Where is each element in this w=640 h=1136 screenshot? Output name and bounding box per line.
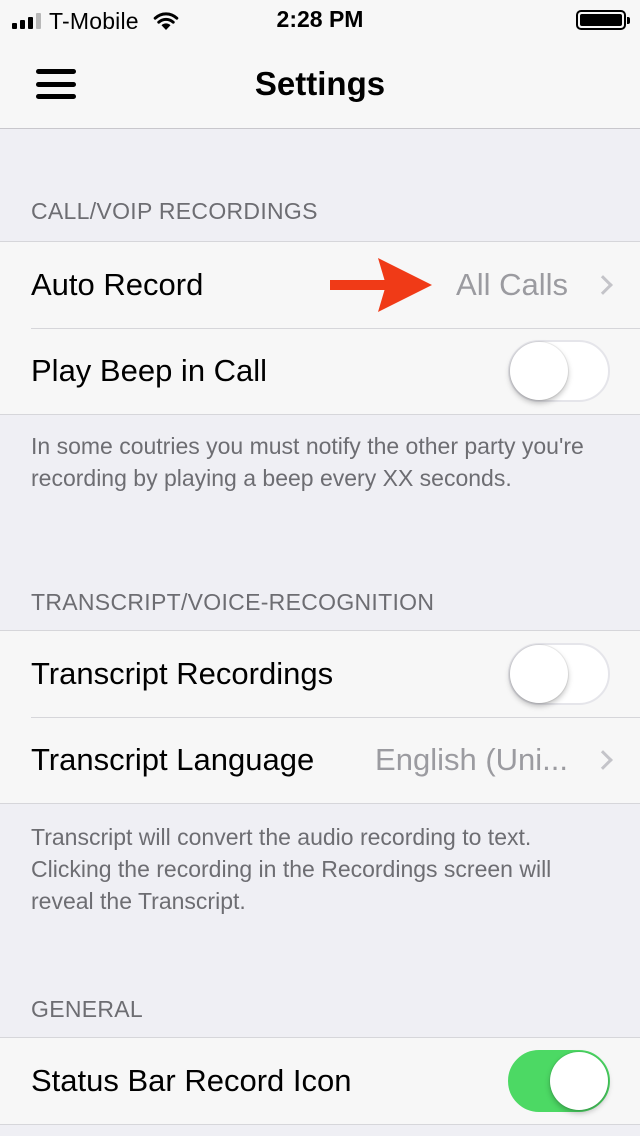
play-beep-label: Play Beep in Call — [31, 353, 268, 388]
status-bar: T-Mobile 2:28 PM — [0, 0, 640, 40]
status-bar-record-icon-toggle[interactable] — [508, 1050, 610, 1112]
section-header-transcript: TRANSCRIPT/VOICE-RECOGNITION — [31, 589, 435, 615]
transcript-recordings-label: Transcript Recordings — [31, 656, 334, 691]
play-beep-row: Play Beep in Call — [0, 328, 640, 414]
transcript-footer-line1: Transcript will convert the audio record… — [31, 824, 532, 850]
status-bar-record-icon-row: Status Bar Record Icon — [0, 1038, 640, 1124]
battery-icon — [576, 10, 630, 30]
transcript-language-row[interactable]: Transcript Language English (Uni... — [0, 717, 640, 803]
chevron-right-icon — [593, 275, 613, 295]
auto-record-value: All Calls — [456, 267, 568, 302]
transcript-recordings-row: Transcript Recordings — [0, 631, 640, 717]
call-settings-group: Auto Record All Calls Play Beep in Call — [0, 241, 640, 415]
transcript-section-footer: Transcript will convert the audio record… — [31, 821, 611, 917]
auto-record-row[interactable]: Auto Record All Calls — [0, 242, 640, 328]
transcript-language-label: Transcript Language — [31, 742, 315, 777]
section-header-general: GENERAL — [31, 996, 144, 1022]
navigation-bar: Settings — [0, 40, 640, 129]
transcript-settings-group: Transcript Recordings Transcript Languag… — [0, 630, 640, 804]
status-time: 2:28 PM — [276, 6, 364, 32]
annotation-arrow-icon — [330, 258, 432, 312]
chevron-right-icon — [593, 750, 613, 770]
auto-record-label: Auto Record — [31, 267, 204, 302]
transcript-language-value: English (Uni... — [375, 742, 568, 777]
general-settings-group: Status Bar Record Icon — [0, 1037, 640, 1125]
transcript-recordings-toggle[interactable] — [508, 643, 610, 705]
transcript-footer-line2: Clicking the recording in the Recordings… — [31, 856, 552, 914]
status-bar-record-icon-label: Status Bar Record Icon — [31, 1063, 352, 1098]
page-title: Settings — [254, 65, 386, 102]
call-section-footer: In some coutries you must notify the oth… — [31, 433, 584, 491]
section-header-call: CALL/VOIP RECORDINGS — [31, 198, 318, 224]
play-beep-toggle[interactable] — [508, 340, 610, 402]
